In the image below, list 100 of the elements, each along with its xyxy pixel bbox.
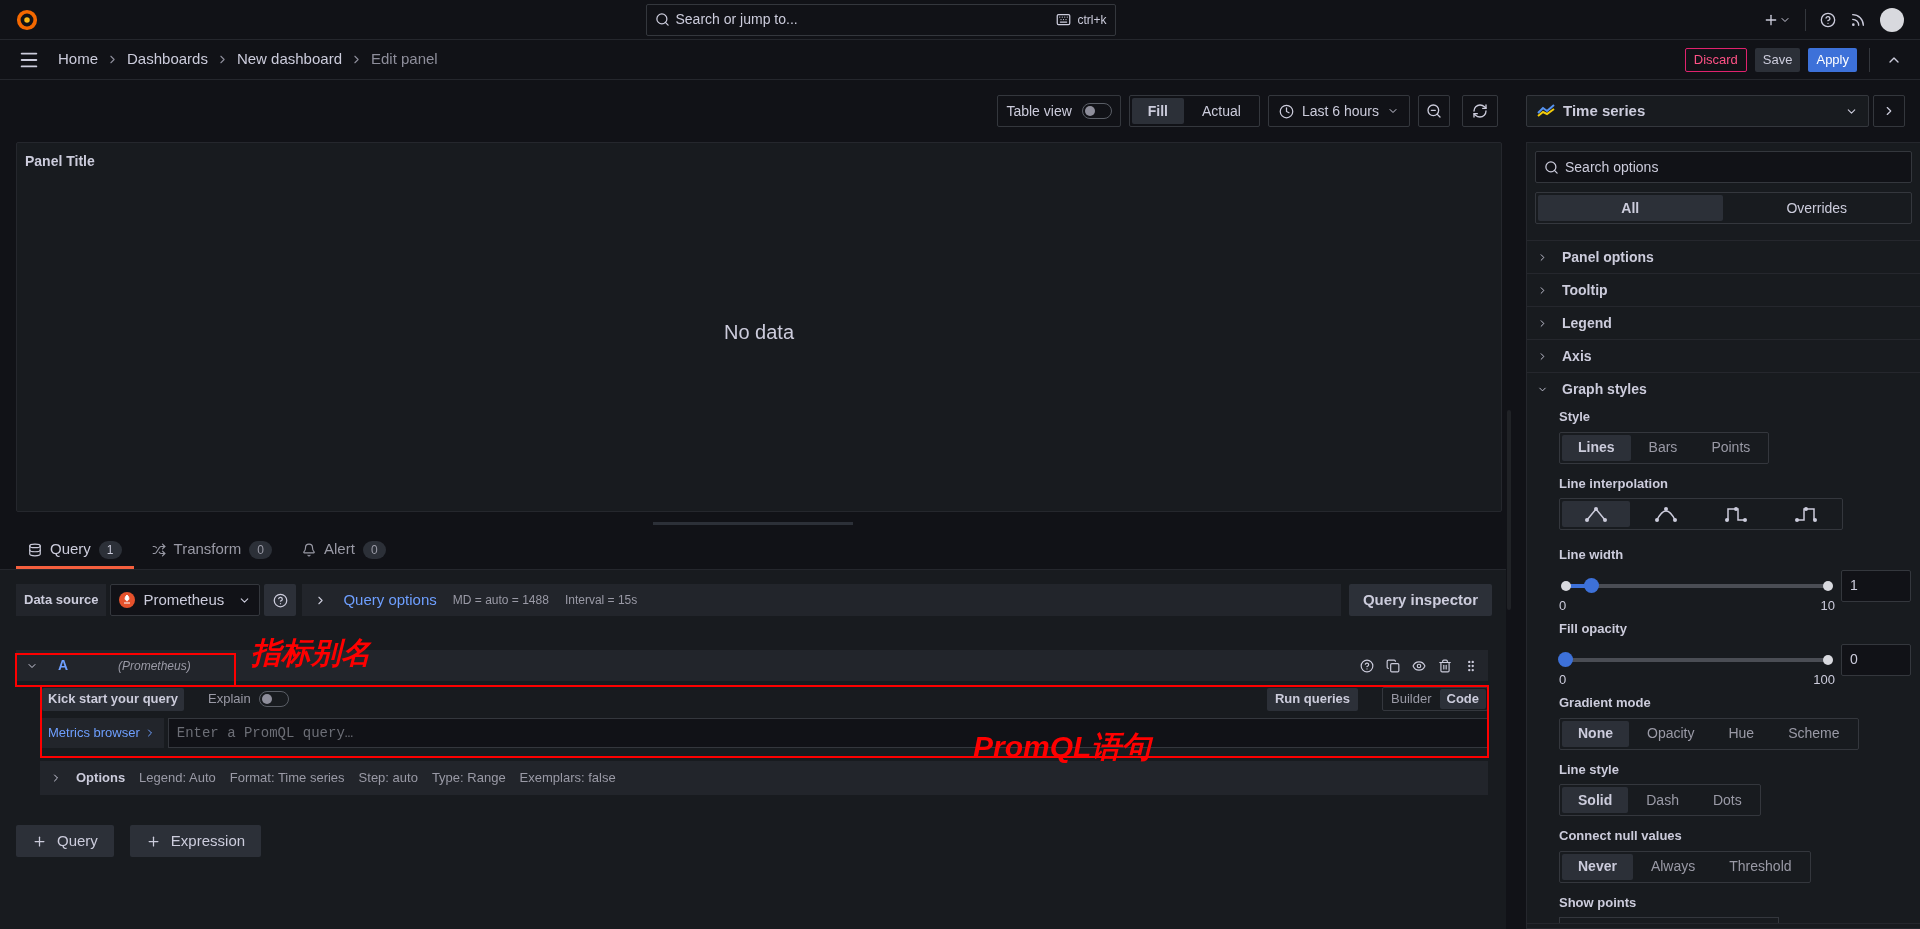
query-options-bar[interactable]: Query options MD = auto = 1488 Interval = 15s [302,584,1341,616]
action-button[interactable]: Apply [1808,47,1857,72]
metrics-browser-button[interactable]: Metrics browser [40,718,164,748]
smooth-curve-icon [1654,504,1678,524]
kick-start-button[interactable]: Kick start your query [42,687,185,711]
radio-option[interactable]: Scheme [1772,720,1856,747]
explain-label: Explain [208,690,251,709]
mode-option[interactable]: Code [1439,689,1486,709]
ref-id-label[interactable]: A [58,655,98,676]
option-summary: Type: Range [431,769,506,788]
interpolation-option[interactable] [1562,501,1630,527]
radio-option[interactable]: Dash [1630,787,1695,813]
option-label: Line interpolation [1559,474,1670,493]
logo-icon[interactable] [16,8,38,31]
radio-option[interactable]: Never [1562,853,1633,880]
radio-option[interactable]: Bars [1632,434,1694,461]
radio-option[interactable]: Actual [1186,98,1257,124]
query-inspector-button[interactable]: Query inspector [1348,584,1492,616]
radio-option[interactable]: Points [1695,434,1767,461]
action-button[interactable]: Discard [1684,47,1747,72]
keyboard-icon [1056,12,1072,27]
slider-thumb[interactable] [1584,577,1600,593]
option-label: Fill opacity [1559,620,1628,638]
radio-option[interactable]: Dots [1696,787,1758,813]
breadcrumb-item[interactable]: Dashboards [127,48,208,71]
mode-option[interactable]: Builder [1384,689,1439,709]
help-icon [272,592,288,608]
search-icon [1544,159,1559,175]
search-icon [654,12,670,27]
table-view-toggle[interactable]: Table view [997,95,1121,127]
plus-icon [145,833,161,849]
data-source-label: Data source [16,584,107,616]
transform-icon [151,542,166,557]
visualization-picker[interactable]: Time series [1526,95,1869,127]
slider-max: 100 [1813,670,1835,689]
time-range-picker[interactable]: Last 6 hours [1267,95,1410,127]
option-label: Line width [1559,546,1625,564]
breadcrumb-item[interactable]: Home [58,48,98,71]
option-label: Gradient mode [1559,694,1652,712]
news-icon[interactable] [1850,11,1866,28]
options-tab[interactable]: Overrides [1724,195,1909,221]
slider-thumb[interactable] [1558,651,1573,667]
query-tab[interactable]: Transform 0 [139,533,285,569]
option-label: Line style [1559,760,1620,779]
section-header[interactable]: Graph styles [1527,373,1920,405]
chart-icon [1537,104,1555,118]
shortcut-hint: ctrl+k [1077,11,1107,29]
add-button[interactable]: Query [16,825,114,857]
refresh-icon [1472,103,1488,119]
option-summary: Step: auto [358,769,418,788]
linear-curve-icon [1584,504,1608,524]
help-button[interactable] [264,584,297,616]
zoom-out-icon [1426,103,1442,119]
search-field[interactable]: Search or jump to... ctrl+k [645,3,1116,36]
query-options-link[interactable]: Query options [343,588,437,612]
help-icon[interactable] [1360,658,1374,673]
radio-option[interactable]: Solid [1562,787,1629,813]
refresh-button[interactable] [1462,95,1498,127]
options-tab[interactable]: All [1538,195,1723,221]
radio-option[interactable]: Lines [1562,434,1631,461]
section-header[interactable]: Legend [1527,307,1920,339]
radio-option[interactable]: Always [1634,853,1712,880]
plus-icon [32,833,47,849]
section-header[interactable]: Axis [1527,340,1920,372]
duplicate-icon[interactable] [1386,658,1400,673]
help-icon[interactable] [1820,11,1836,28]
option-summary: Exemplars: false [519,769,616,788]
avatar[interactable] [1880,7,1904,32]
option-label: Style [1559,408,1592,426]
eye-icon[interactable] [1412,658,1426,673]
radio-option[interactable]: Fill [1131,98,1184,124]
section-header[interactable]: Panel options [1527,241,1920,273]
options-label[interactable]: Options [76,768,126,788]
delete-icon[interactable] [1438,658,1452,673]
option-summary: Legend: Auto [139,769,216,788]
breadcrumb-item[interactable]: New dashboard [236,48,342,71]
search-placeholder: Search or jump to... [675,10,799,29]
clock-icon [1278,103,1294,119]
radio-option[interactable]: None [1562,720,1629,747]
annotation-label: 指标别名 [251,635,371,671]
radio-option[interactable]: Threshold [1713,853,1808,880]
value-field[interactable]: 0 [1841,643,1911,676]
radio-option[interactable]: Hue [1712,720,1771,747]
max-data-points: MD = auto = 1488 [452,592,549,609]
query-tab[interactable]: Alert 0 [290,533,398,569]
zoom-out-button[interactable] [1418,95,1450,127]
interval-info: Interval = 15s [564,592,638,609]
data-source-picker[interactable]: Prometheus [110,584,261,616]
run-queries-button[interactable]: Run queries [1266,687,1359,711]
action-button[interactable]: Save [1754,47,1801,72]
count-badge: 0 [362,540,386,559]
option-label: Connect null values [1559,827,1683,845]
radio-option[interactable]: Opacity [1631,720,1711,747]
add-button[interactable]: Expression [129,825,262,857]
search-options-field[interactable]: Search options [1535,151,1912,183]
count-badge: 1 [98,540,122,559]
section-header[interactable]: Tooltip [1527,274,1920,306]
slider-min: 0 [1559,596,1567,615]
bell-icon [302,542,317,557]
value-field[interactable]: 1 [1841,569,1911,602]
